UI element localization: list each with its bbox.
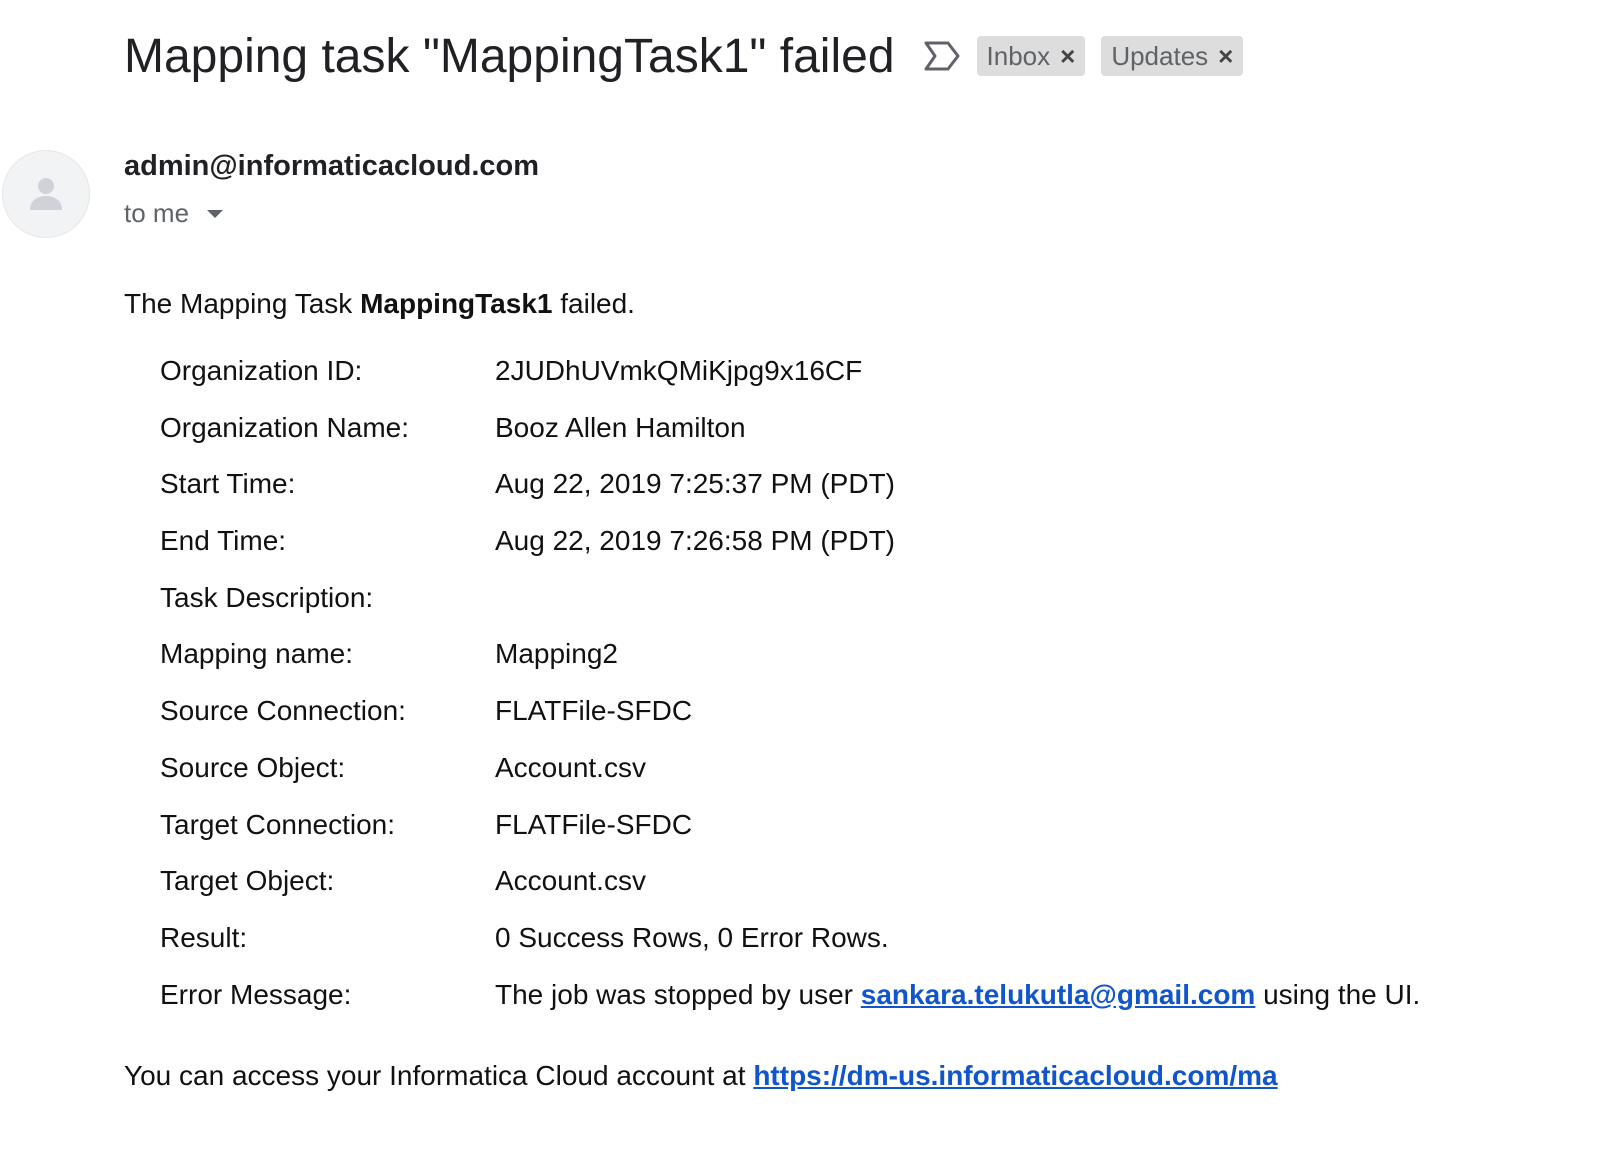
detail-row: Target Object: Account.csv <box>160 865 1420 922</box>
detail-label: Source Connection: <box>160 695 406 727</box>
detail-value: Aug 22, 2019 7:26:58 PM (PDT) <box>495 525 895 557</box>
label-chip-updates: Updates × <box>1101 36 1244 76</box>
detail-value: Aug 22, 2019 7:25:37 PM (PDT) <box>495 468 895 500</box>
details-table: Organization ID: 2JUDhUVmkQMiKjpg9x16CF … <box>160 355 1420 1035</box>
intro-suffix: failed. <box>552 288 635 319</box>
sender-avatar[interactable] <box>2 150 90 238</box>
detail-row: Task Description: <box>160 582 1420 639</box>
recipient-text: to me <box>124 198 190 228</box>
detail-row: Mapping name: Mapping2 <box>160 638 1420 695</box>
detail-row: Organization ID: 2JUDhUVmkQMiKjpg9x16CF <box>160 355 1420 412</box>
informatica-cloud-link[interactable]: https://dm-us.informaticacloud.com/ma <box>753 1060 1277 1091</box>
detail-value: FLATFile-SFDC <box>495 695 693 727</box>
detail-label: Mapping name: <box>160 638 354 670</box>
important-marker-icon[interactable] <box>923 40 961 72</box>
footer-prefix: You can access your Informatica Cloud ac… <box>124 1060 754 1091</box>
detail-label: Result: <box>160 921 248 953</box>
chevron-down-icon[interactable] <box>205 208 225 220</box>
intro-prefix: The Mapping Task <box>124 288 361 319</box>
detail-label: Target Object: <box>160 865 335 897</box>
default-avatar-icon <box>30 178 62 210</box>
detail-label: End Time: <box>160 525 287 557</box>
label-chip-inbox: Inbox × <box>976 36 1086 76</box>
error-suffix: using the UI. <box>1255 978 1421 1010</box>
detail-row: Result: 0 Success Rows, 0 Error Rows. <box>160 922 1420 979</box>
intro-task-name: MappingTask1 <box>360 288 553 319</box>
detail-row: Organization Name: Booz Allen Hamilton <box>160 412 1420 469</box>
detail-value: Account.csv <box>495 865 646 897</box>
detail-value: 2JUDhUVmkQMiKjpg9x16CF <box>495 355 863 386</box>
detail-label: Organization ID: <box>160 355 363 386</box>
detail-value: 0 Success Rows, 0 Error Rows. <box>495 921 889 953</box>
intro-text: The Mapping Task MappingTask1 failed. <box>124 288 635 320</box>
sender-address: admin@informaticacloud.com <box>124 150 540 182</box>
subject-row: Mapping task "MappingTask1" failed Inbox… <box>124 26 1244 86</box>
close-icon[interactable]: × <box>1060 41 1075 72</box>
label-chip-text: Updates <box>1111 40 1209 71</box>
detail-value: Account.csv <box>495 751 646 783</box>
user-email-link[interactable]: sankara.telukutla@gmail.com <box>861 979 1256 1010</box>
error-message: The job was stopped by user sankara.telu… <box>495 979 1420 1011</box>
detail-label: Target Connection: <box>160 808 396 840</box>
detail-row: Source Connection: FLATFile-SFDC <box>160 695 1420 752</box>
recipient-row[interactable]: to me <box>124 198 225 229</box>
detail-value: Booz Allen Hamilton <box>495 411 746 443</box>
detail-value: FLATFile-SFDC <box>495 808 693 840</box>
detail-label: Task Description: <box>160 581 374 613</box>
detail-value: Mapping2 <box>495 638 618 670</box>
error-prefix: The job was stopped by user <box>495 978 861 1010</box>
footer-text: You can access your Informatica Cloud ac… <box>124 1060 1278 1092</box>
detail-label: Error Message: <box>160 978 352 1010</box>
detail-row-error: Error Message: The job was stopped by us… <box>160 979 1420 1036</box>
detail-label: Source Object: <box>160 751 346 783</box>
detail-label: Organization Name: <box>160 411 410 443</box>
email-subject: Mapping task "MappingTask1" failed <box>124 29 895 83</box>
detail-row: Start Time: Aug 22, 2019 7:25:37 PM (PDT… <box>160 468 1420 525</box>
close-icon[interactable]: × <box>1218 41 1233 72</box>
detail-label: Start Time: <box>160 468 296 500</box>
label-chip-text: Inbox <box>986 40 1051 71</box>
detail-row: Target Connection: FLATFile-SFDC <box>160 809 1420 866</box>
detail-row: End Time: Aug 22, 2019 7:26:58 PM (PDT) <box>160 525 1420 582</box>
detail-row: Source Object: Account.csv <box>160 752 1420 809</box>
